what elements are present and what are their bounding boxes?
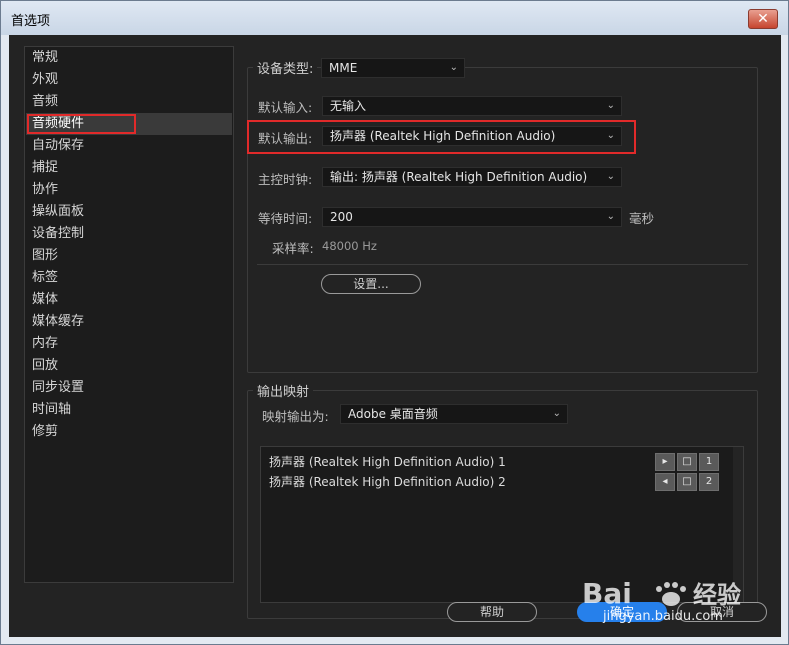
- list-item[interactable]: 扬声器 (Realtek High Definition Audio) 2: [269, 473, 506, 490]
- map-output-label: 映射输出为:: [262, 409, 329, 424]
- master-clock-value: 输出: 扬声器 (Realtek High Definition Audio): [330, 170, 588, 184]
- latency-select[interactable]: 200 ⌄: [322, 207, 622, 227]
- help-button[interactable]: 帮助: [447, 602, 537, 622]
- sample-rate-label: 采样率:: [272, 241, 314, 256]
- sidebar-item-graphics[interactable]: 图形: [26, 245, 232, 267]
- sidebar-item-general[interactable]: 常规: [26, 47, 232, 69]
- master-clock-select[interactable]: 输出: 扬声器 (Realtek High Definition Audio) …: [322, 167, 622, 187]
- sidebar-item-collaboration[interactable]: 协作: [26, 179, 232, 201]
- device-type-select[interactable]: MME ⌄: [321, 58, 465, 78]
- channel-number-button[interactable]: 2: [699, 473, 719, 491]
- sidebar-item-audio[interactable]: 音频: [26, 91, 232, 113]
- svg-text:经验: 经验: [693, 581, 741, 609]
- settings-button[interactable]: 设置...: [321, 274, 421, 294]
- channel-number-button[interactable]: 1: [699, 453, 719, 471]
- window-title: 首选项: [11, 14, 51, 29]
- device-divider: [257, 264, 748, 265]
- highlight-box-sidebar: [27, 114, 136, 134]
- default-input-value: 无输入: [330, 99, 367, 113]
- speaker-icon[interactable]: ▸: [655, 453, 675, 471]
- chevron-down-icon: ⌄: [606, 211, 615, 222]
- sidebar-item-capture[interactable]: 捕捉: [26, 157, 232, 179]
- default-input-label: 默认输入:: [258, 100, 313, 115]
- sidebar-item-labels[interactable]: 标签: [26, 267, 232, 289]
- sidebar-item-timeline[interactable]: 时间轴: [26, 399, 232, 421]
- chevron-down-icon: ⌄: [606, 100, 615, 111]
- sample-rate-value: 48000 Hz: [322, 239, 377, 253]
- chevron-down-icon: ⌄: [449, 62, 458, 73]
- sidebar-item-auto-save[interactable]: 自动保存: [26, 135, 232, 157]
- chevron-down-icon: ⌄: [606, 171, 615, 182]
- channel-square-icon[interactable]: □: [677, 453, 697, 471]
- latency-label: 等待时间:: [258, 211, 313, 226]
- sidebar-item-media[interactable]: 媒体: [26, 289, 232, 311]
- sidebar-item-playback[interactable]: 回放: [26, 355, 232, 377]
- sidebar-item-media-cache[interactable]: 媒体缓存: [26, 311, 232, 333]
- sidebar-item-trim[interactable]: 修剪: [26, 421, 232, 443]
- dialog-body: 常规 外观 音频 音频硬件 自动保存 捕捉 协作 操纵面板 设备控制 图形 标签…: [9, 35, 781, 637]
- channel-square-icon[interactable]: □: [677, 473, 697, 491]
- device-type-label: 设备类型:: [253, 58, 318, 77]
- sidebar-item-appearance[interactable]: 外观: [26, 69, 232, 91]
- speaker-icon[interactable]: ◂: [655, 473, 675, 491]
- map-output-value: Adobe 桌面音频: [348, 407, 438, 421]
- map-output-select[interactable]: Adobe 桌面音频 ⌄: [340, 404, 568, 424]
- preferences-window: 首选项 ✕ 常规 外观 音频 音频硬件 自动保存 捕捉 协作 操纵面板 设备控制…: [0, 0, 789, 645]
- list-item[interactable]: 扬声器 (Realtek High Definition Audio) 1: [269, 453, 506, 470]
- device-type-value: MME: [329, 61, 358, 75]
- sidebar-item-sync-settings[interactable]: 同步设置: [26, 377, 232, 399]
- sidebar-item-device-control[interactable]: 设备控制: [26, 223, 232, 245]
- watermark-url: jingyan.baidu.com: [603, 609, 723, 624]
- baidu-watermark: Bai 经验 jingyan.baidu.com: [577, 569, 777, 629]
- svg-text:Bai: Bai: [582, 577, 632, 610]
- chevron-down-icon: ⌄: [552, 408, 561, 419]
- master-clock-label: 主控时钟:: [258, 172, 313, 187]
- latency-value: 200: [330, 210, 353, 224]
- latency-unit: 毫秒: [629, 211, 655, 226]
- sidebar-item-control-surface[interactable]: 操纵面板: [26, 201, 232, 223]
- close-icon: ✕: [757, 11, 769, 27]
- sidebar-item-memory[interactable]: 内存: [26, 333, 232, 355]
- default-input-select[interactable]: 无输入 ⌄: [322, 96, 622, 116]
- highlight-box-output: [247, 120, 636, 154]
- close-button[interactable]: ✕: [748, 9, 778, 29]
- title-bar: 首选项 ✕: [1, 1, 788, 35]
- output-mapping-title: 输出映射: [253, 381, 314, 400]
